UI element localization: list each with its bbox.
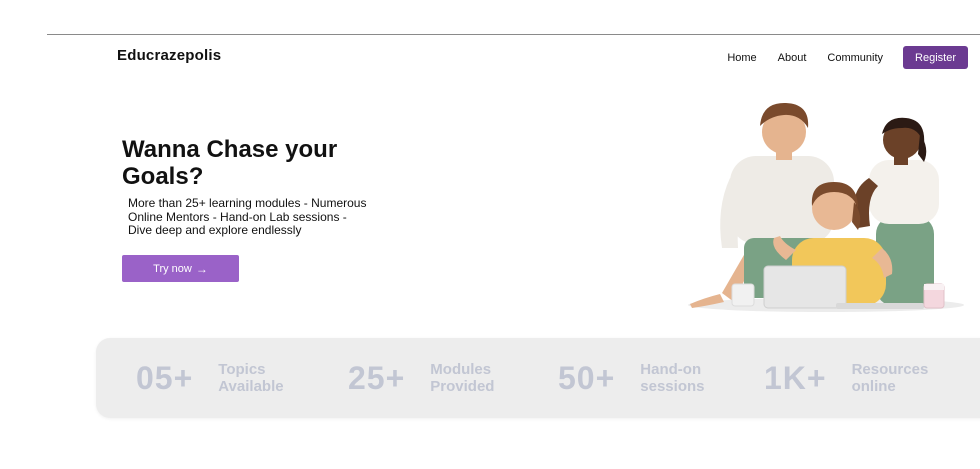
- hero-title: Wanna Chase your Goals?: [122, 136, 338, 190]
- stat-label-line1: Resources: [851, 361, 929, 378]
- arrow-right-icon: →: [195, 261, 208, 276]
- stat-label-line2: sessions: [640, 378, 705, 395]
- stat-label-line2: Provided: [430, 378, 495, 395]
- stat-label-line1: Topics: [218, 361, 266, 378]
- mug-right: [923, 283, 945, 309]
- stat-label-line2: online: [851, 378, 896, 395]
- mug-left: [731, 283, 755, 307]
- hero-illustration: [688, 102, 964, 312]
- stat-number: 05+: [136, 359, 194, 396]
- stat-topics: 05+ Topics Available: [136, 338, 284, 418]
- stat-label: Topics Available: [218, 361, 283, 395]
- top-divider: [47, 34, 980, 35]
- stat-number: 50+: [558, 359, 616, 396]
- try-now-label: Try now: [153, 262, 192, 275]
- register-button[interactable]: Register: [903, 46, 968, 69]
- stat-resources: 1K+ Resources online: [764, 338, 928, 418]
- stat-number: 25+: [348, 359, 406, 396]
- nav-home[interactable]: Home: [727, 52, 756, 64]
- stat-label-line2: Available: [218, 378, 284, 395]
- stat-label-line1: Hand-on: [640, 361, 702, 378]
- brand-logo[interactable]: Educrazepolis: [117, 47, 221, 64]
- stat-label: Modules Provided: [430, 361, 494, 395]
- stat-modules: 25+ Modules Provided: [348, 338, 494, 418]
- top-nav: Home About Community Register: [706, 46, 968, 69]
- stat-label: Resources online: [852, 361, 929, 395]
- stats-panel: 05+ Topics Available 25+ Modules Provide…: [96, 338, 980, 418]
- try-now-button[interactable]: Try now →: [122, 255, 239, 282]
- stat-label: Hand-on sessions: [640, 361, 704, 395]
- nav-about[interactable]: About: [778, 52, 807, 64]
- stat-number: 1K+: [764, 359, 827, 396]
- nav-community[interactable]: Community: [827, 52, 883, 64]
- hero-description: More than 25+ learning modules - Numerou…: [128, 196, 367, 237]
- stat-sessions: 50+ Hand-on sessions: [558, 338, 705, 418]
- stat-label-line1: Modules: [430, 361, 492, 378]
